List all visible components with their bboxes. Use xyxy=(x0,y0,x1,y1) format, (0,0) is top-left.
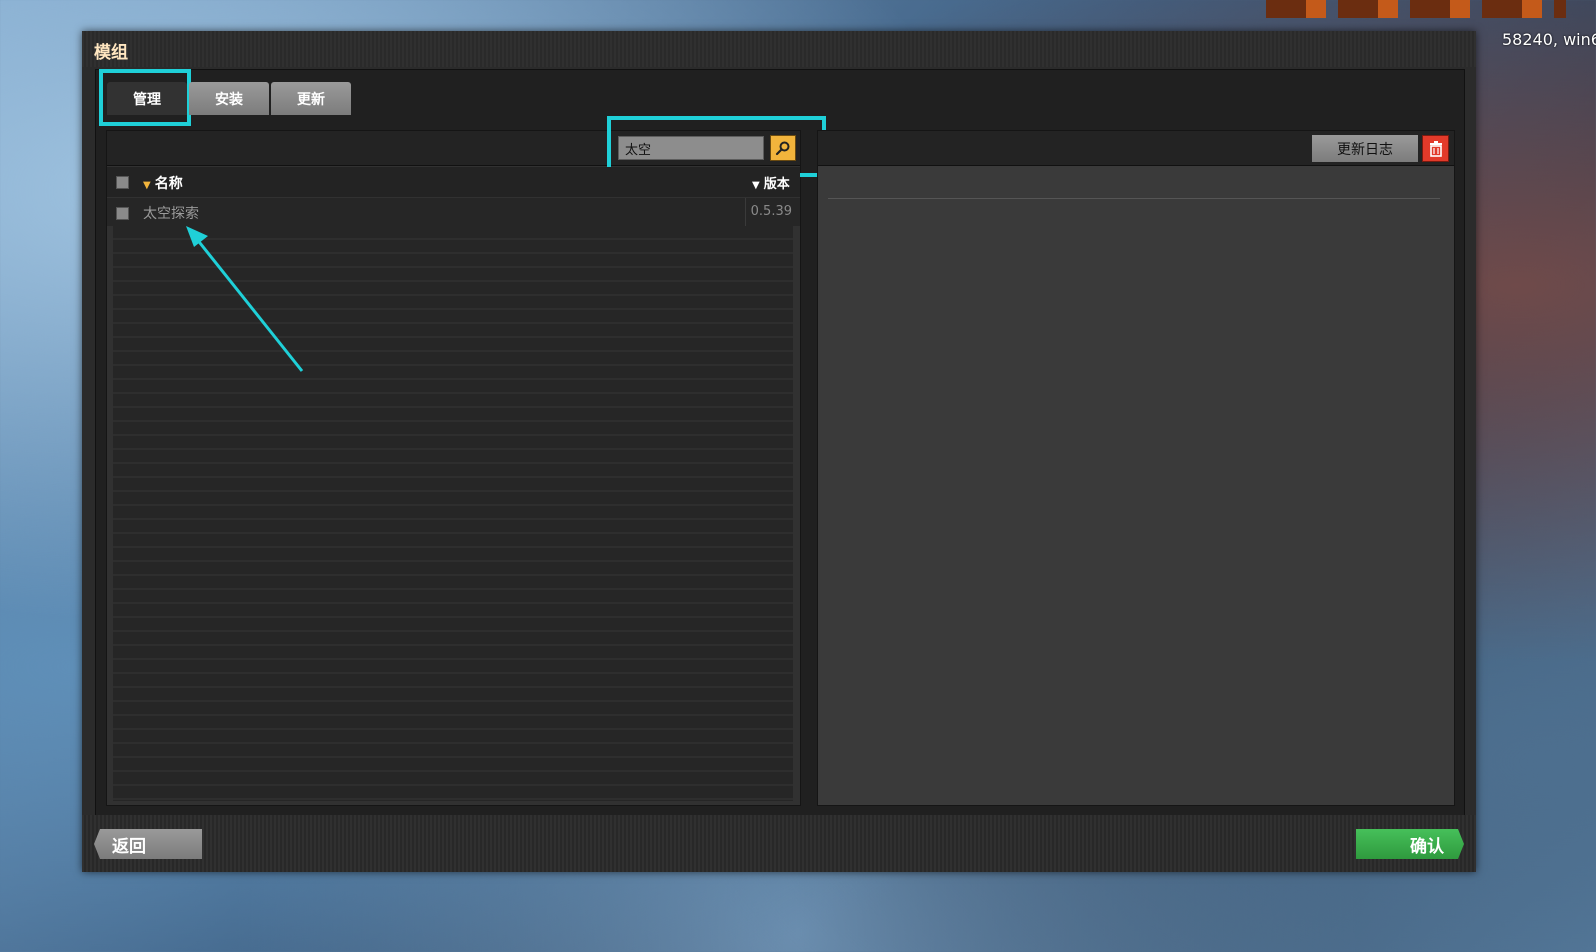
mod-detail-panel: 更新日志 xyxy=(817,130,1455,806)
sort-down-icon: ▼ xyxy=(143,180,151,191)
version-text: 58240, win6 xyxy=(1502,30,1596,49)
sort-down-icon: ▼ xyxy=(752,180,760,191)
select-all-checkbox[interactable] xyxy=(116,176,129,189)
mods-window: 模组 管理 安装 更新 ▼名称 xyxy=(82,31,1476,872)
window-titlebar: 模组 xyxy=(82,31,1476,67)
mod-version: 0.5.39 xyxy=(750,204,792,219)
changelog-button[interactable]: 更新日志 xyxy=(1312,135,1418,162)
mod-list-panel: ▼名称 ▼版本 太空探索 0.5.39 xyxy=(106,116,826,806)
tab-manage[interactable]: 管理 xyxy=(107,82,187,115)
confirm-button[interactable]: 确认 xyxy=(1356,829,1464,859)
back-button[interactable]: 返回 xyxy=(94,829,202,859)
column-version-label: 版本 xyxy=(763,177,790,192)
column-name-header[interactable]: ▼ 名称 xyxy=(143,173,183,193)
column-divider xyxy=(745,198,746,226)
window-footer: 返回 确认 xyxy=(82,815,1476,872)
delete-button[interactable] xyxy=(1422,135,1449,162)
window-content: 管理 安装 更新 ▼名称 ▼版本 xyxy=(95,69,1465,816)
row-checkbox[interactable] xyxy=(116,207,129,220)
trash-icon xyxy=(1429,140,1442,157)
column-version-header[interactable]: ▼ 版本 xyxy=(752,173,790,192)
list-header: ▼ 名称 ▼ 版本 xyxy=(107,167,800,197)
mod-name: 太空探索 xyxy=(143,206,199,222)
tab-update[interactable]: 更新 xyxy=(271,82,351,115)
detail-divider xyxy=(828,198,1440,199)
game-logo-fragment xyxy=(1266,0,1566,18)
empty-list-area xyxy=(113,226,793,801)
column-name-label: 名称 xyxy=(154,176,183,192)
table-row[interactable]: 太空探索 0.5.39 xyxy=(107,198,800,226)
window-title: 模组 xyxy=(94,43,128,63)
detail-toolbar: 更新日志 xyxy=(818,131,1454,166)
tab-install[interactable]: 安装 xyxy=(189,82,269,115)
